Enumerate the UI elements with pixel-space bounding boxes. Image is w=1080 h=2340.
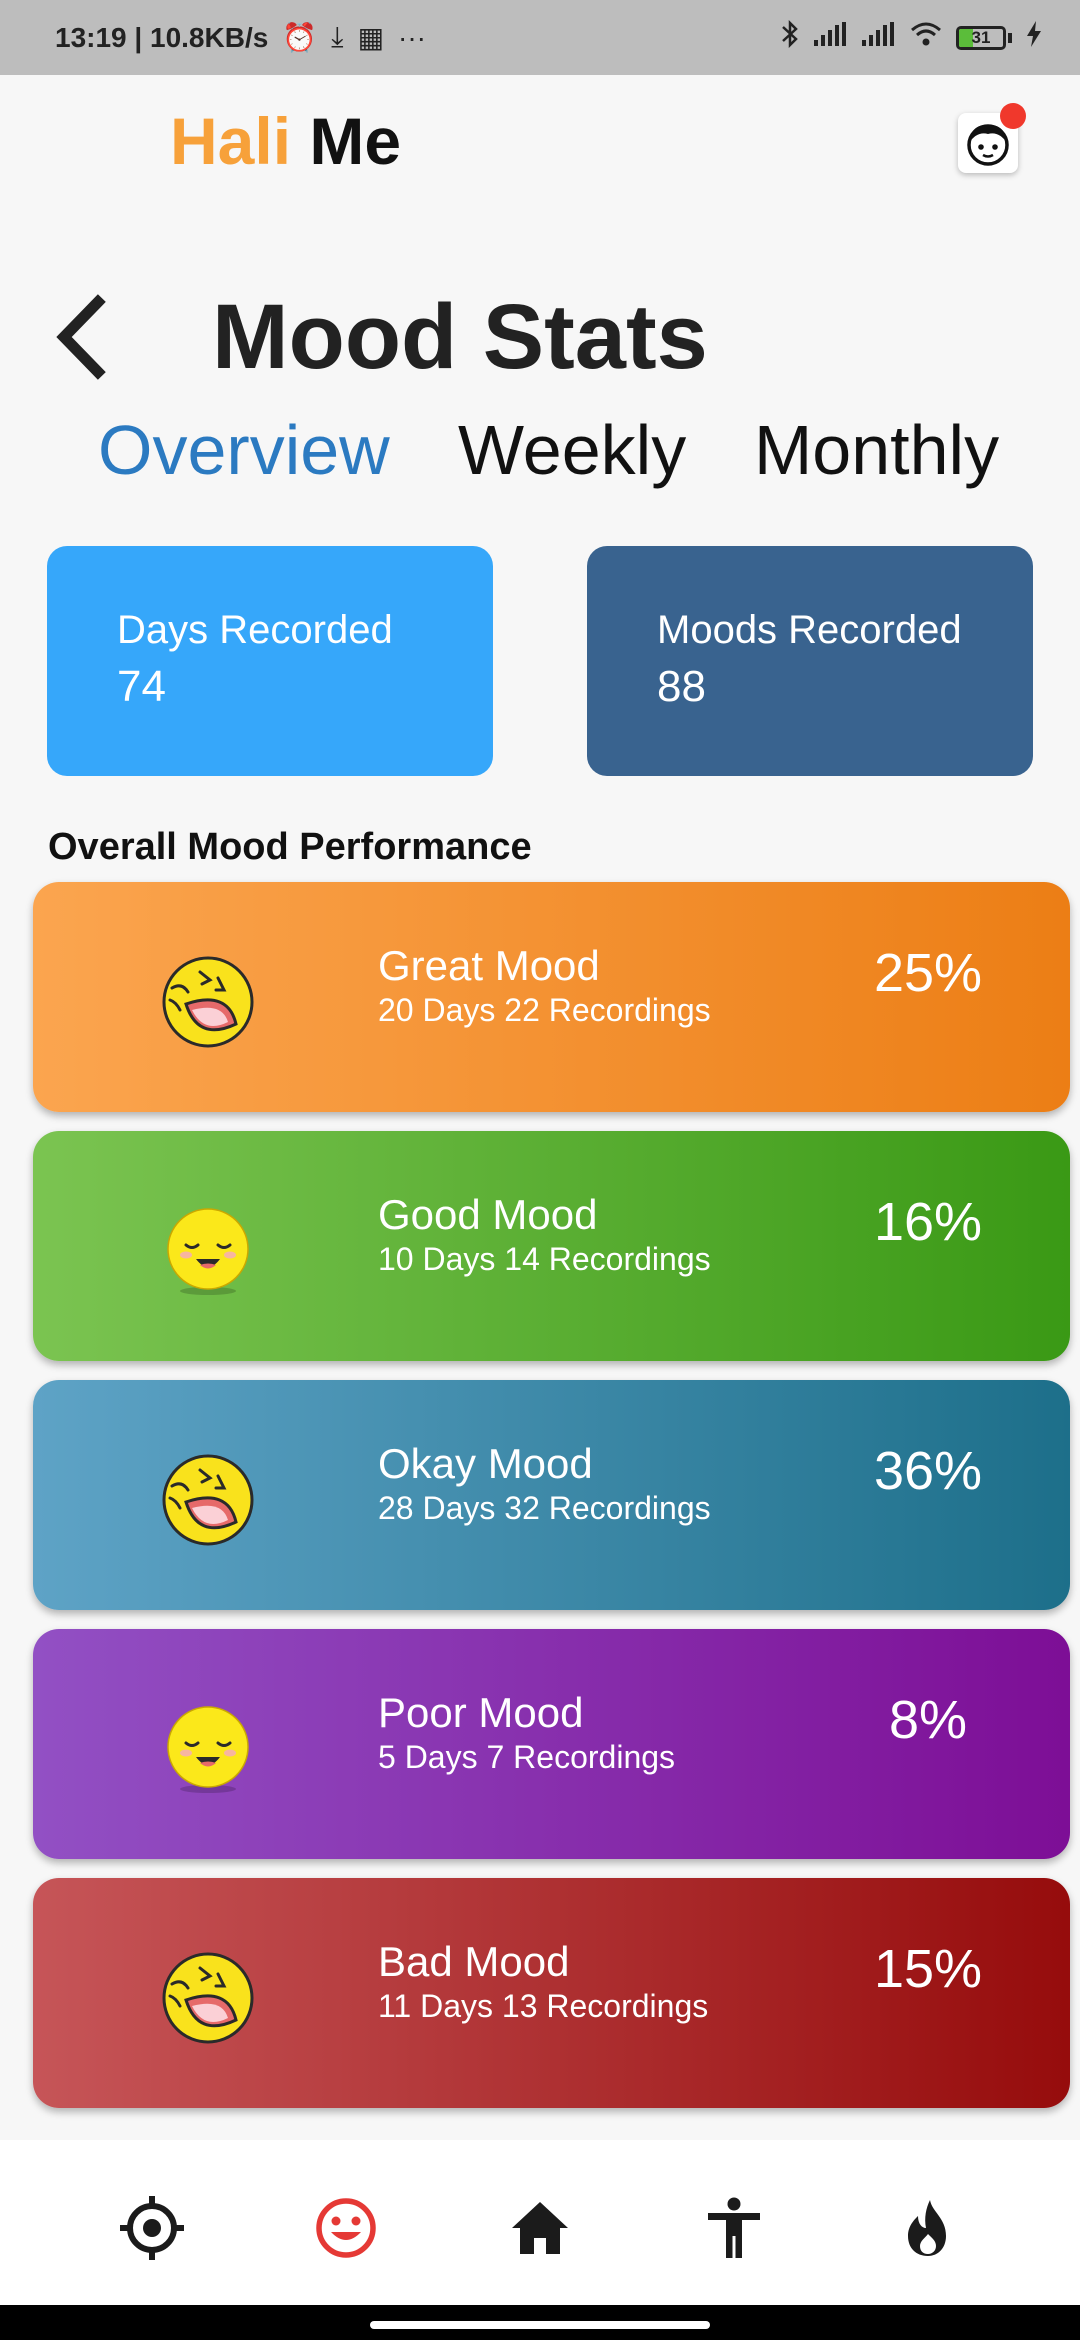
laughing-emoji-icon xyxy=(158,1450,258,1550)
status-right: 31 xyxy=(780,0,1042,75)
bottom-nav xyxy=(0,2140,1080,2305)
mood-percentage: 36% xyxy=(873,1441,983,1501)
mood-name: Poor Mood xyxy=(378,1689,584,1736)
moods-recorded-card: Moods Recorded 88 xyxy=(587,546,1033,776)
battery-level: 31 xyxy=(971,27,991,47)
notification-dot xyxy=(1000,103,1026,129)
mood-name: Good Mood xyxy=(378,1191,598,1238)
moods-recorded-value: 88 xyxy=(657,662,706,711)
signal-icon-2 xyxy=(862,22,896,53)
download-icon: ⤓ xyxy=(331,21,344,52)
mood-card-poor[interactable]: Poor Mood 5 Days 7 Recordings 8% xyxy=(33,1629,1070,1859)
moods-recorded-label: Moods Recorded xyxy=(657,608,962,652)
person-icon xyxy=(708,2197,760,2258)
nav-streak[interactable] xyxy=(890,2190,966,2266)
mood-card-great[interactable]: Great Mood 20 Days 22 Recordings 25% xyxy=(33,882,1070,1112)
tab-overview[interactable]: Overview xyxy=(98,410,390,490)
wifi-icon xyxy=(910,21,942,54)
mood-name: Okay Mood xyxy=(378,1440,593,1487)
chevron-left-icon xyxy=(56,294,106,380)
tab-monthly[interactable]: Monthly xyxy=(754,410,999,490)
mood-summary: 10 Days 14 Recordings xyxy=(378,1241,711,1277)
smiley-icon xyxy=(316,2198,376,2258)
app-header: Hali Me xyxy=(0,75,1080,215)
crosshair-icon xyxy=(120,2196,184,2260)
flame-icon xyxy=(908,2200,946,2256)
status-left: 13:19 | 10.8KB/s ⏰ ⤓ ▦ ··· xyxy=(55,0,426,75)
mood-card-okay[interactable]: Okay Mood 28 Days 32 Recordings 36% xyxy=(33,1380,1070,1610)
logo-me: Me xyxy=(309,104,402,178)
app-notification-icon: ▦ xyxy=(357,22,385,53)
back-button[interactable] xyxy=(50,292,120,382)
section-title: Overall Mood Performance xyxy=(48,826,532,868)
days-recorded-value: 74 xyxy=(117,662,166,711)
mood-percentage: 15% xyxy=(873,1939,983,1999)
charging-icon xyxy=(1026,21,1042,54)
title-row: Mood Stats xyxy=(0,270,1080,400)
more-notifications: ··· xyxy=(398,21,427,53)
nav-goals[interactable] xyxy=(114,2190,190,2266)
mood-summary: 11 Days 13 Recordings xyxy=(378,1988,709,2024)
mood-percentage: 8% xyxy=(888,1690,968,1750)
logo-hali: Hali xyxy=(170,104,292,178)
battery-icon: 31 xyxy=(956,25,1012,50)
days-recorded-label: Days Recorded xyxy=(117,608,393,652)
smiling-emoji-icon xyxy=(158,1699,258,1799)
tab-bar: Overview Weekly Monthly xyxy=(0,410,1080,500)
laughing-emoji-icon xyxy=(158,1948,258,2048)
mood-summary: 28 Days 32 Recordings xyxy=(378,1490,711,1526)
mood-percentage: 25% xyxy=(873,943,983,1003)
mood-name: Great Mood xyxy=(378,942,600,989)
laughing-emoji-icon xyxy=(158,952,258,1052)
nav-home[interactable] xyxy=(502,2190,578,2266)
mood-summary: 20 Days 22 Recordings xyxy=(378,992,711,1028)
profile-button[interactable] xyxy=(958,103,1026,173)
signal-icon-1 xyxy=(814,22,848,53)
gesture-bar xyxy=(0,2305,1080,2340)
smiling-emoji-icon xyxy=(158,1201,258,1301)
mood-name: Bad Mood xyxy=(378,1938,570,1985)
alarm-icon: ⏰ xyxy=(282,22,318,53)
days-recorded-card: Days Recorded 74 xyxy=(47,546,493,776)
mood-summary: 5 Days 7 Recordings xyxy=(378,1739,676,1775)
home-indicator[interactable] xyxy=(370,2321,710,2329)
app-logo: Hali Me xyxy=(170,103,401,179)
bluetooth-icon xyxy=(780,19,800,55)
status-time-speed: 13:19 | 10.8KB/s xyxy=(55,21,269,53)
mood-percentage: 16% xyxy=(873,1192,983,1252)
mood-card-bad[interactable]: Bad Mood 11 Days 13 Recordings 15% xyxy=(33,1878,1070,2108)
status-bar: 13:19 | 10.8KB/s ⏰ ⤓ ▦ ··· 31 xyxy=(0,0,1080,75)
mood-card-good[interactable]: Good Mood 10 Days 14 Recordings 16% xyxy=(33,1131,1070,1361)
nav-mood[interactable] xyxy=(308,2190,384,2266)
home-icon xyxy=(512,2202,568,2254)
page-title: Mood Stats xyxy=(212,286,708,388)
nav-body[interactable] xyxy=(696,2190,772,2266)
tab-weekly[interactable]: Weekly xyxy=(458,410,686,490)
